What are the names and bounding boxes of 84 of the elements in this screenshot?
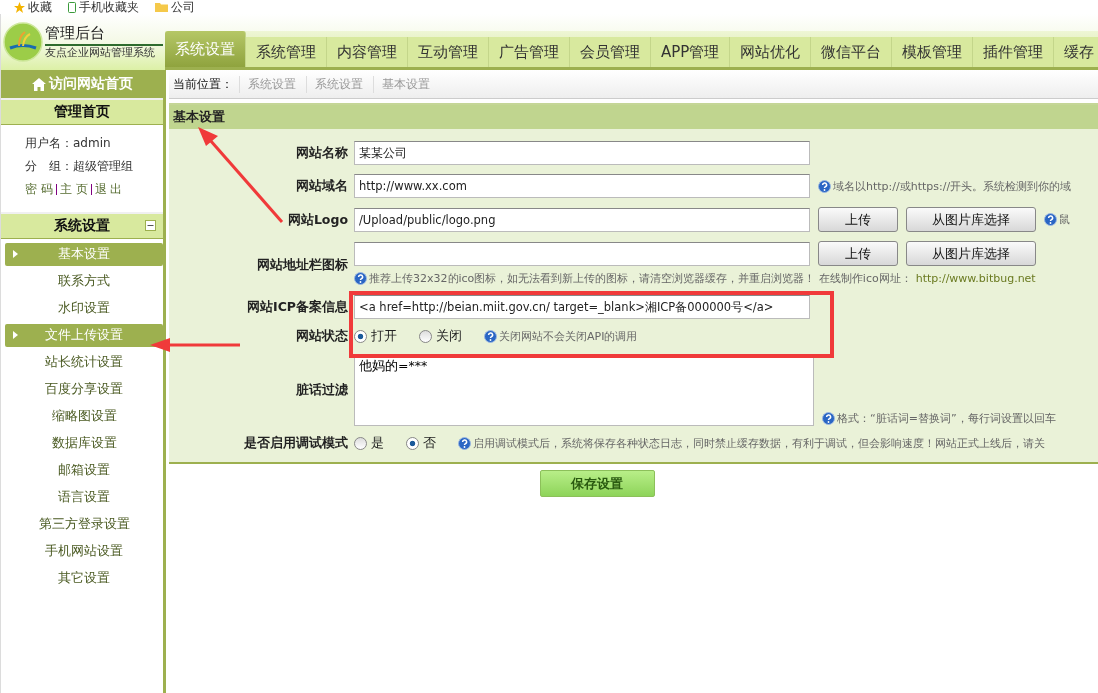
upload-button[interactable]: 上传 xyxy=(818,241,898,266)
sidebar-item[interactable]: 水印设置 xyxy=(5,297,163,320)
gallery-button[interactable]: 从图片库选择 xyxy=(906,241,1036,266)
sidebar-item[interactable]: 语言设置 xyxy=(5,486,163,509)
section-heading: 管理首页 xyxy=(1,98,163,125)
account-link[interactable]: 退 出 xyxy=(94,181,123,198)
upload-button[interactable]: 上传 xyxy=(818,207,898,232)
nav-tab[interactable]: 模板管理 xyxy=(892,37,974,67)
radio-option[interactable]: 打开 xyxy=(354,328,397,345)
text-input[interactable] xyxy=(354,241,810,266)
hint-text: 启用调试模式后，系统将保存各种状态日志，同时禁止缓存数据，有利于调试，但会影响速度！网站正式上线后，请关 xyxy=(458,436,1045,451)
help-icon xyxy=(354,272,367,285)
breadcrumb-label: 当前位置： xyxy=(173,75,233,93)
bookmark-link[interactable]: 收藏 xyxy=(14,1,52,13)
sidebar-item[interactable]: 缩略图设置 xyxy=(5,405,163,428)
text-input[interactable]: http://www.xx.com xyxy=(354,174,810,198)
nav-tab[interactable]: 广告管理 xyxy=(489,37,570,67)
nav-tab[interactable]: 内容管理 xyxy=(327,37,408,67)
text-input[interactable]: <a href=http://beian.miit.gov.cn/ target=_blank>湘ICP备000000号</a> xyxy=(354,295,810,319)
phone-icon xyxy=(68,1,76,13)
radio-option[interactable]: 是 xyxy=(354,435,384,452)
sidebar-item[interactable]: 百度分享设置 xyxy=(5,378,163,401)
hint-text: 域名以http://或https://开头。系统检测到你的域 xyxy=(818,178,1072,194)
hint-text: 鼠 xyxy=(1044,212,1070,227)
account-link[interactable]: 密 码 xyxy=(25,181,53,198)
section-title: 系统设置 xyxy=(54,217,110,235)
radio-icon[interactable] xyxy=(419,330,432,343)
radio-icon[interactable] xyxy=(406,437,419,450)
text-input[interactable]: 某某公司 xyxy=(354,141,810,165)
field-label: 网站地址栏图标 xyxy=(257,257,349,274)
help-icon xyxy=(818,179,831,193)
help-icon xyxy=(458,437,471,450)
field-label: 脏话过滤 xyxy=(296,381,349,399)
field-label: 是否启用调试模式 xyxy=(244,435,349,452)
nav-tab[interactable]: APP管理 xyxy=(651,37,731,67)
collapse-icon[interactable] xyxy=(145,220,156,231)
sidebar-item[interactable]: 联系方式 xyxy=(5,270,163,293)
nav-tab[interactable]: 互动管理 xyxy=(408,37,489,67)
account-link[interactable]: 主 页 xyxy=(59,181,88,198)
triangle-icon xyxy=(13,331,18,339)
hint-text: 格式：“脏话词=替换词”，每行词设置以回车 xyxy=(822,411,1056,426)
logo-icon xyxy=(3,22,43,62)
hint-text: 推荐上传32x32的ico图标，如无法看到新上传的图标，请清空浏览器缓存，并重启浏览器！ 在线制作ico网址： http://www.bitbug.net xyxy=(354,271,1036,286)
star-icon xyxy=(14,1,25,13)
folder-icon xyxy=(155,2,168,12)
sidebar-item[interactable]: 站长统计设置 xyxy=(5,351,163,374)
text-input[interactable]: /Upload/public/logo.png xyxy=(354,207,810,232)
radio-icon[interactable] xyxy=(354,330,367,343)
bookmark-link[interactable]: 公司 xyxy=(155,1,195,13)
nav-tab[interactable]: 微信平台 xyxy=(811,37,893,67)
sidebar-item[interactable]: 其它设置 xyxy=(5,567,163,590)
help-icon xyxy=(822,412,835,425)
nav-tab[interactable]: 会员管理 xyxy=(570,37,651,67)
sidebar-item[interactable]: 邮箱设置 xyxy=(5,459,163,482)
nav-tab[interactable]: 网站优化 xyxy=(730,37,812,67)
bookmark-link[interactable]: 手机收藏夹 xyxy=(68,1,139,13)
field-label: 网站状态 xyxy=(296,328,349,345)
save-button[interactable]: 保存设置 xyxy=(539,470,655,497)
panel-title: 基本设置 xyxy=(169,105,1098,129)
gallery-button[interactable]: 从图片库选择 xyxy=(906,207,1036,232)
help-icon xyxy=(484,330,497,343)
nav-tab[interactable]: 插件管理 xyxy=(973,37,1055,67)
sidebar-item[interactable]: 第三方登录设置 xyxy=(5,513,163,536)
user-group: 分 组：超级管理组 xyxy=(25,158,163,175)
site-link[interactable]: http://www.bitbug.net xyxy=(915,272,1036,285)
brand-subtitle: 友点企业网站管理系统 xyxy=(45,46,156,60)
radio-option[interactable]: 关闭 xyxy=(419,328,462,345)
user-name: 用户名：admin xyxy=(25,135,112,152)
field-label: 网站ICP备案信息 xyxy=(247,298,349,316)
radio-option[interactable]: 否 xyxy=(406,435,436,452)
nav-tab[interactable]: 系统管理 xyxy=(246,37,327,67)
triangle-icon xyxy=(13,250,18,258)
section-heading[interactable]: 系统设置 xyxy=(1,212,163,239)
help-icon xyxy=(1044,213,1057,226)
field-label: 网站Logo xyxy=(287,212,349,229)
field-label: 网站域名 xyxy=(296,177,349,195)
home-icon xyxy=(31,77,46,91)
brand-title: 管理后台 xyxy=(45,24,163,46)
sidebar-item[interactable]: 手机网站设置 xyxy=(5,540,163,563)
nav-tab[interactable]: 缓存 xyxy=(1054,37,1098,67)
field-label: 网站名称 xyxy=(296,144,349,162)
sidebar-item[interactable]: 数据库设置 xyxy=(5,432,163,455)
hint-text: 关闭网站不会关闭API的调用 xyxy=(484,329,638,344)
radio-icon[interactable] xyxy=(354,437,367,450)
